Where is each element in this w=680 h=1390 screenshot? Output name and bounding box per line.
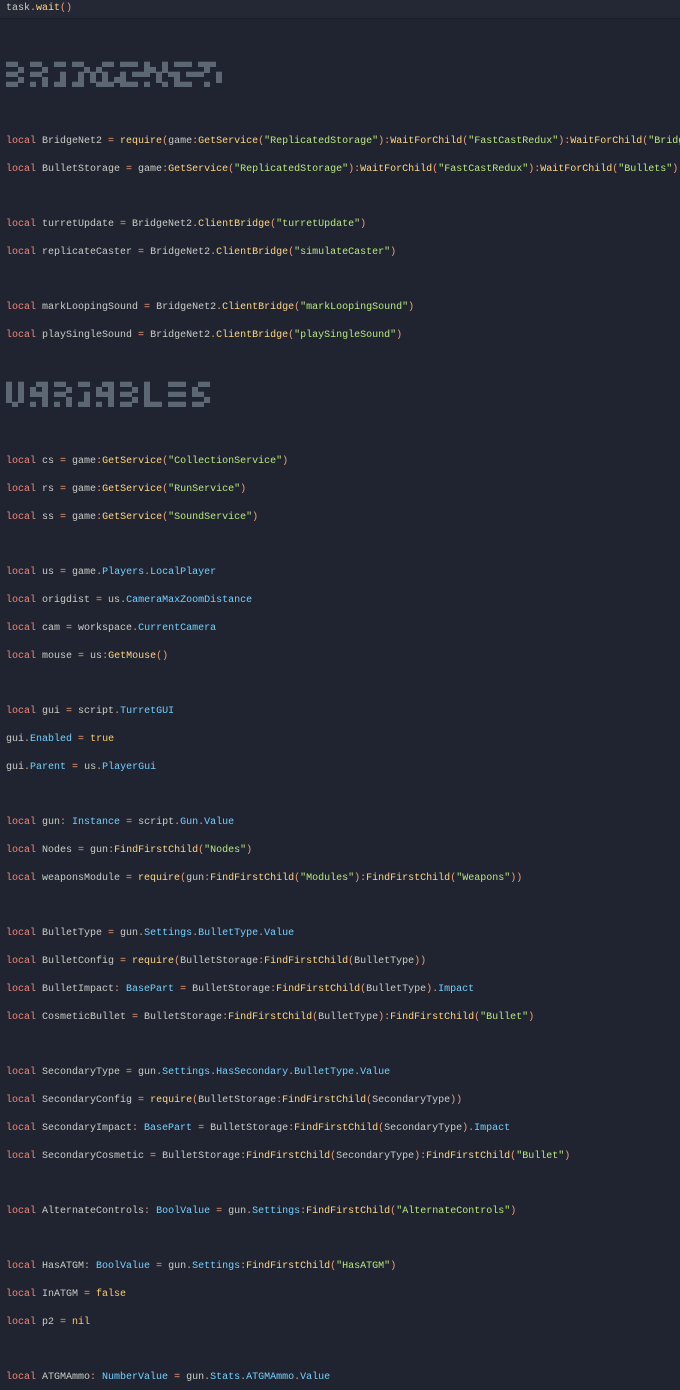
code-line: local cs = game:GetService("CollectionSe…: [6, 455, 674, 469]
code-line: local origdist = us.CameraMaxZoomDistanc…: [6, 594, 674, 608]
code-line: gui.Parent = us.PlayerGui: [6, 761, 674, 775]
code-line: local SecondaryCosmetic = BulletStorage:…: [6, 1150, 674, 1164]
code-line: local SecondaryImpact: BasePart = Bullet…: [6, 1122, 674, 1136]
code-line: gui.Enabled = true: [6, 733, 674, 747]
code-line: local BridgeNet2 = require(game:GetServi…: [6, 135, 674, 149]
code-line: local AlternateControls: BoolValue = gun…: [6, 1205, 674, 1219]
code-line: local CosmeticBullet = BulletStorage:Fin…: [6, 1011, 674, 1025]
code-line: local ss = game:GetService("SoundService…: [6, 511, 674, 525]
code-line: local turretUpdate = BridgeNet2.ClientBr…: [6, 218, 674, 232]
code-line: local HasATGM: BoolValue = gun.Settings:…: [6, 1260, 674, 1274]
bridgenet-header-ascii: ▀▀▄ ▀▀▄ ▀▀ ▀▀▄ ▄▀▀ ▀▀▀ █▄ █ ▀▀▀ ▀█▀ ▀▀▄ …: [6, 64, 674, 94]
code-line: local us = game.Players.LocalPlayer: [6, 566, 674, 580]
code-line: local BulletType = gun.Settings.BulletTy…: [6, 927, 674, 941]
code-line: local playSingleSound = BridgeNet2.Clien…: [6, 329, 674, 343]
variables-header-ascii: █ █ ▄▀█ ▀▀▄ ▀▀ ▄▀█ ▀▀▄ █ ▀▀▀ ▄▀▀ █ █ ▀▀█…: [6, 384, 674, 414]
code-line: local p2 = nil: [6, 1316, 674, 1330]
code-line: local SecondaryConfig = require(BulletSt…: [6, 1094, 674, 1108]
code-line: local BulletConfig = require(BulletStora…: [6, 955, 674, 969]
code-line: local gui = script.TurretGUI: [6, 705, 674, 719]
code-line: local SecondaryType = gun.Settings.HasSe…: [6, 1066, 674, 1080]
code-line: local rs = game:GetService("RunService"): [6, 483, 674, 497]
top-line-text: task.wait(): [6, 3, 72, 14]
code-line: local Nodes = gun:FindFirstChild("Nodes"…: [6, 844, 674, 858]
code-line: local BulletImpact: BasePart = BulletSto…: [6, 983, 674, 997]
code-line: local weaponsModule = require(gun:FindFi…: [6, 872, 674, 886]
code-line: local gun: Instance = script.Gun.Value: [6, 816, 674, 830]
code-line: local BulletStorage = game:GetService("R…: [6, 163, 674, 177]
code-line: local markLoopingSound = BridgeNet2.Clie…: [6, 301, 674, 315]
code-line: local replicateCaster = BridgeNet2.Clien…: [6, 246, 674, 260]
code-editor[interactable]: ▀▀▄ ▀▀▄ ▀▀ ▀▀▄ ▄▀▀ ▀▀▀ █▄ █ ▀▀▀ ▀█▀ ▀▀▄ …: [0, 19, 680, 1390]
code-line: local cam = workspace.CurrentCamera: [6, 622, 674, 636]
code-line: local ATGMAmmo: NumberValue = gun.Stats.…: [6, 1371, 674, 1385]
top-bar: task.wait(): [0, 0, 680, 19]
code-line: local InATGM = false: [6, 1288, 674, 1302]
code-line: local mouse = us:GetMouse(): [6, 650, 674, 664]
